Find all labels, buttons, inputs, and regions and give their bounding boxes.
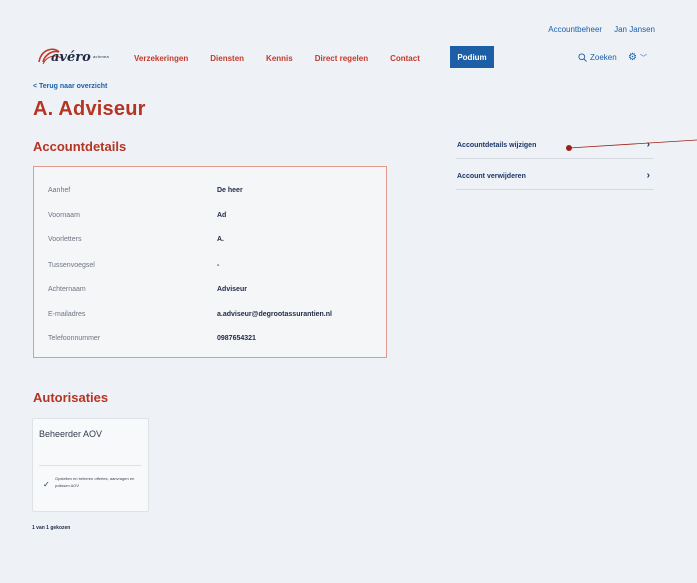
page-title: A. Adviseur xyxy=(33,98,146,120)
detail-value: Adviseur xyxy=(217,286,247,293)
detail-value: 0987654321 xyxy=(217,335,256,342)
settings-menu[interactable]: ⚙ ﹀ xyxy=(628,52,647,63)
detail-row: Voornaam Ad xyxy=(48,212,378,219)
nav-direct-regelen[interactable]: Direct regelen xyxy=(315,54,368,63)
search-button[interactable]: Zoeken xyxy=(578,53,617,62)
detail-label: Voornaam xyxy=(48,212,80,219)
detail-label: Tussenvoegsel xyxy=(48,262,95,269)
detail-label: Voorletters xyxy=(48,236,82,243)
page: Accountbeheer Jan Jansen avéro achmea Ve… xyxy=(0,0,697,583)
delete-account-link[interactable]: Account verwijderen › xyxy=(456,165,654,190)
check-icon: ✓ xyxy=(43,480,50,489)
detail-label: Achternaam xyxy=(48,286,86,293)
account-section-title: Accountdetails xyxy=(33,139,127,154)
user-name-link[interactable]: Jan Jansen xyxy=(614,25,655,34)
detail-row: Telefoonnummer 0987654321 xyxy=(48,335,378,342)
logo-subtext: achmea xyxy=(93,54,110,59)
search-icon xyxy=(578,53,587,62)
selection-count: 1 van 1 gekozen xyxy=(32,525,71,531)
edit-account-details-label: Accountdetails wijzigen xyxy=(457,142,537,149)
detail-value: Ad xyxy=(217,212,227,219)
gear-icon: ⚙ xyxy=(628,52,637,63)
annotation-line xyxy=(569,139,697,149)
authorisations-section-title: Autorisaties xyxy=(33,390,109,405)
delete-account-label: Account verwijderen xyxy=(457,173,526,180)
detail-row: Voorletters A. xyxy=(48,236,378,243)
nav-verzekeringen[interactable]: Verzekeringen xyxy=(134,54,188,63)
avero-logo[interactable]: avéro achmea xyxy=(35,44,123,68)
detail-row: Tussenvoegsel - xyxy=(48,262,378,269)
logo-wordmark: avéro xyxy=(51,50,91,65)
detail-row: E-mailadres a.adviseur@degrootassurantie… xyxy=(48,311,378,318)
detail-value: De heer xyxy=(217,187,243,194)
detail-value: A. xyxy=(217,236,224,243)
detail-label: Telefoonnummer xyxy=(48,335,101,342)
main-nav: Verzekeringen Diensten Kennis Direct reg… xyxy=(134,54,442,63)
chevron-down-icon: ﹀ xyxy=(639,54,647,62)
nav-contact[interactable]: Contact xyxy=(390,54,420,63)
detail-value: a.adviseur@degrootassurantien.nl xyxy=(217,311,332,318)
authorisation-description: Opstellen en beheren offertes, aanvragen… xyxy=(55,476,135,488)
divider xyxy=(39,465,142,466)
authorisation-card-title: Beheerder AOV xyxy=(39,429,103,439)
detail-label: E-mailadres xyxy=(48,311,86,318)
nav-podium[interactable]: Podium xyxy=(450,46,494,68)
search-label: Zoeken xyxy=(590,53,617,62)
account-details-box: Aanhef De heer Voornaam Ad Voorletters A… xyxy=(33,166,387,358)
nav-kennis[interactable]: Kennis xyxy=(266,54,293,63)
authorisation-card[interactable]: Beheerder AOV ✓ Opstellen en beheren off… xyxy=(32,418,149,512)
detail-row: Achternaam Adviseur xyxy=(48,286,378,293)
accountbeheer-link[interactable]: Accountbeheer xyxy=(548,25,602,34)
detail-value: - xyxy=(217,262,220,269)
back-link[interactable]: < Terug naar overzicht xyxy=(33,83,107,90)
chevron-right-icon: › xyxy=(646,170,650,181)
detail-label: Aanhef xyxy=(48,187,71,194)
detail-row: Aanhef De heer xyxy=(48,187,378,194)
utility-links: Accountbeheer Jan Jansen xyxy=(548,25,655,34)
nav-diensten[interactable]: Diensten xyxy=(210,54,244,63)
